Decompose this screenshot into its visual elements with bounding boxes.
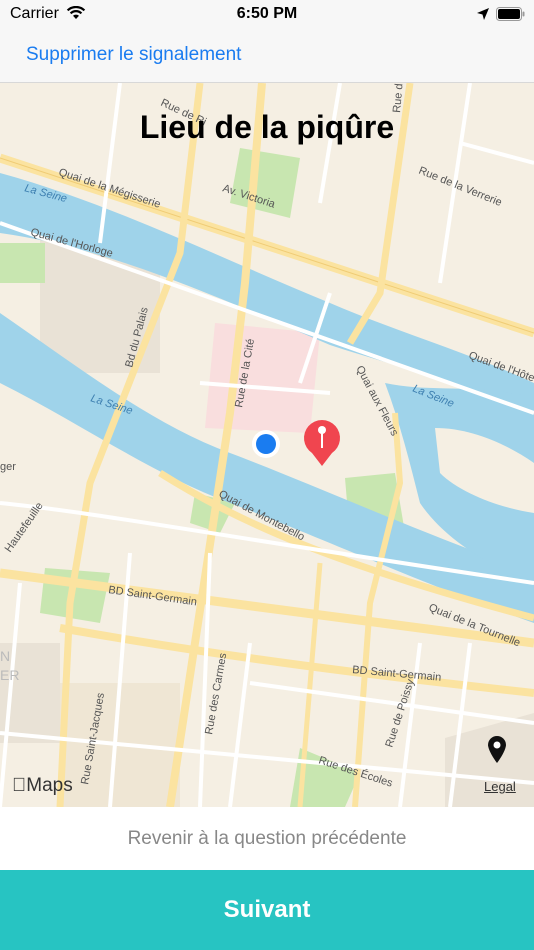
- user-location-icon: [252, 430, 280, 458]
- maps-logo: Maps: [12, 775, 73, 797]
- previous-question-button[interactable]: Revenir à la question précédente: [0, 807, 534, 870]
- street-label: N: [0, 648, 10, 664]
- clock: 6:50 PM: [236, 5, 298, 22]
- street-label: ER: [0, 667, 19, 683]
- delete-report-button[interactable]: Supprimer le signalement: [26, 44, 241, 66]
- street-label: ger: [0, 461, 16, 473]
- map-canvas: Rue de Ri Rue de Ren Rue de la Verrerie …: [0, 83, 534, 807]
- status-bar: Carrier 6:50 PM: [0, 0, 534, 28]
- map-view[interactable]: Rue de Ri Rue de Ren Rue de la Verrerie …: [0, 83, 534, 807]
- next-button[interactable]: Suivant: [0, 870, 534, 950]
- legal-link[interactable]: Legal: [484, 779, 516, 794]
- map-title: Lieu de la piqûre: [139, 109, 395, 145]
- battery-icon: [496, 7, 526, 26]
- location-arrow-icon: [476, 7, 490, 26]
- maps-logo-text: Maps: [12, 775, 72, 796]
- apple-logo-icon: : [12, 775, 26, 796]
- nav-bar: Supprimer le signalement: [0, 28, 534, 83]
